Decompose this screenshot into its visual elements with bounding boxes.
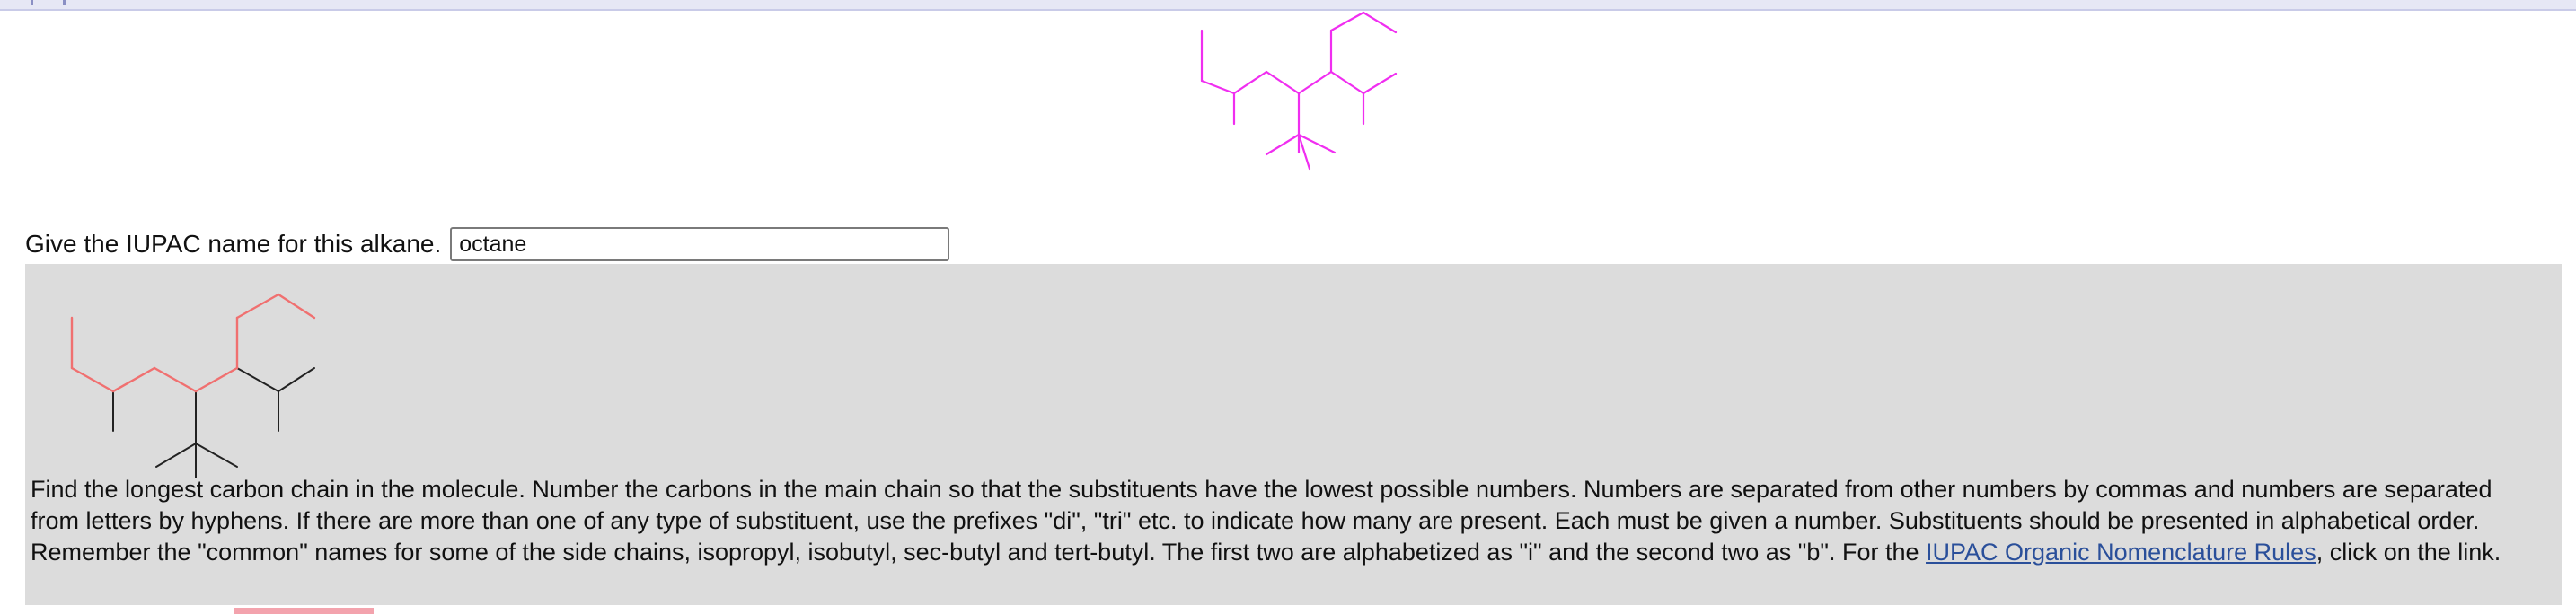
top-strip-mark — [63, 0, 66, 5]
bond-line — [1265, 133, 1301, 156]
hint-text: Find the longest carbon chain in the mol… — [31, 474, 2545, 568]
question-label: Give the IUPAC name for this alkane. — [25, 230, 442, 258]
substituent-bond — [195, 443, 238, 468]
bond-line — [1200, 79, 1236, 95]
bond-line — [1232, 70, 1268, 95]
bond-line — [1362, 11, 1398, 34]
main-chain-bond — [194, 366, 239, 393]
main-chain-bond — [153, 366, 198, 393]
main-chain-bond — [111, 366, 156, 393]
substituent-bond — [236, 367, 279, 392]
main-chain-bond — [277, 293, 316, 320]
answer-input[interactable] — [450, 227, 950, 261]
bond-line — [1329, 11, 1365, 32]
feedback-molecule-structure — [70, 293, 316, 478]
bottom-highlight — [234, 608, 374, 614]
main-chain-bond — [70, 366, 115, 393]
substituent-bond — [278, 367, 315, 392]
bond-line — [1329, 70, 1365, 95]
main-chain-bond — [235, 293, 280, 320]
question-row: Give the IUPAC name for this alkane. — [25, 224, 950, 264]
top-strip-mark — [31, 0, 33, 5]
feedback-panel: Find the longest carbon chain in the mol… — [25, 264, 2562, 605]
substituent-bond — [155, 443, 197, 468]
hint-text-end: , click on the link. — [2316, 539, 2501, 566]
bond-line — [1297, 70, 1333, 95]
bond-line — [1362, 72, 1398, 95]
question-molecule-structure — [1200, 11, 1398, 171]
iupac-rules-link[interactable]: IUPAC Organic Nomenclature Rules — [1926, 539, 2316, 566]
bond-line — [1265, 70, 1301, 95]
